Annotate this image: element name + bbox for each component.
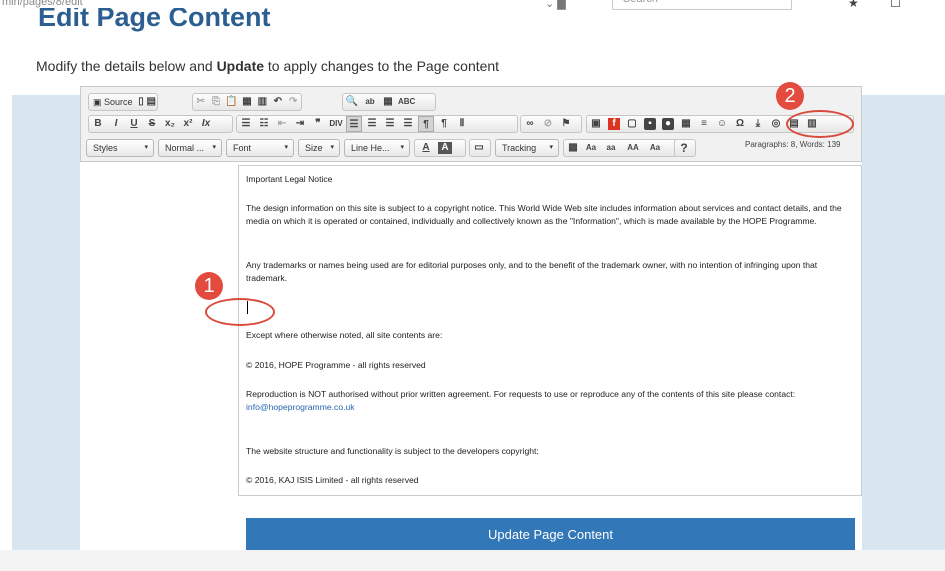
page-break-icon[interactable]: ⤓ xyxy=(750,116,766,132)
embed-icon[interactable]: ● xyxy=(662,118,674,130)
paragraph-group: ☰ ☷ ⇤ ⇥ ❞ DIV ☰ ☰ ☰ ☰ ¶ ¶ Ⅱ xyxy=(236,115,518,133)
annotation-ring-1 xyxy=(205,298,275,326)
format-combo[interactable]: Normal ... ▾ xyxy=(158,139,222,157)
url-text[interactable]: min/pages/8/edit xyxy=(2,0,83,8)
text-color-button[interactable]: A xyxy=(416,140,436,156)
copy-icon[interactable]: ⎘ xyxy=(209,94,222,110)
remove-format-button[interactable]: Ix xyxy=(198,116,214,132)
language-icon[interactable]: Ⅱ xyxy=(454,116,470,132)
spellcheck-icon[interactable]: ABC xyxy=(398,94,415,110)
outdent-icon[interactable]: ⇤ xyxy=(274,116,290,132)
paste-word-icon[interactable]: ▥ xyxy=(256,94,269,110)
image-icon[interactable]: ▣ xyxy=(588,116,604,132)
replace-icon[interactable]: ab xyxy=(362,94,378,110)
qr-code-icon[interactable]: ▩ xyxy=(565,140,581,156)
browser-nav-icons[interactable]: ⌄ ▆ xyxy=(545,0,566,10)
ltr-icon[interactable]: ¶ xyxy=(418,116,434,132)
line-height-combo[interactable]: Line He... ▾ xyxy=(344,139,410,157)
annotation-badge-2: 2 xyxy=(776,82,804,110)
redo-icon[interactable]: ↷ xyxy=(287,94,300,110)
blockquote-icon[interactable]: ❞ xyxy=(310,116,326,132)
paste-icon[interactable]: 📋 xyxy=(225,94,238,110)
paragraph: Important Legal Notice xyxy=(246,174,333,184)
paragraph: Except where otherwise noted, all site c… xyxy=(246,330,443,340)
select-all-icon[interactable]: ▦ xyxy=(380,94,396,110)
flash-icon[interactable]: f xyxy=(608,118,620,130)
links-group: ∞ ⊘ ⚑ xyxy=(520,115,582,133)
template-icon[interactable]: ▢ xyxy=(624,116,640,132)
strike-button[interactable]: S xyxy=(144,116,160,132)
numbered-list-icon[interactable]: ☰ xyxy=(238,116,254,132)
page-title: Edit Page Content xyxy=(38,8,271,32)
rtl-icon[interactable]: ¶ xyxy=(436,116,452,132)
media-icon[interactable]: ▪ xyxy=(644,118,656,130)
subscript-button[interactable]: x₂ xyxy=(162,116,178,132)
paragraph: © 2016, KAJ ISIS Limited - all rights re… xyxy=(246,475,419,485)
iframe-globe-icon[interactable]: ◎ xyxy=(768,116,784,132)
preview-icon[interactable]: ▤ xyxy=(147,94,156,110)
color-group: A A xyxy=(414,139,466,157)
font-combo[interactable]: Font ▾ xyxy=(226,139,294,157)
update-page-content-button[interactable]: Update Page Content xyxy=(246,518,855,550)
bullet-list-icon[interactable]: ☷ xyxy=(256,116,272,132)
clipboard-group: ✂ ⎘ 📋 ▦ ▥ ↶ ↷ xyxy=(192,93,302,111)
maximize-icon[interactable]: ▭ xyxy=(471,140,487,156)
maximize-group: ▭ xyxy=(469,139,491,157)
help-button[interactable]: ? xyxy=(676,140,692,156)
horizontal-rule-icon[interactable]: ≡ xyxy=(696,116,712,132)
align-right-icon[interactable]: ☰ xyxy=(382,116,398,132)
smiley-icon[interactable]: ☺ xyxy=(714,116,730,132)
unlink-icon[interactable]: ⊘ xyxy=(540,116,556,132)
source-group: ▣ Source ▯ ▤ xyxy=(88,93,158,111)
browser-search-input[interactable]: Search xyxy=(612,0,792,10)
underline-button[interactable]: U xyxy=(126,116,142,132)
source-button[interactable]: ▣ Source xyxy=(89,97,137,108)
align-left-icon[interactable]: ☰ xyxy=(346,116,362,132)
bold-button[interactable]: B xyxy=(90,116,106,132)
annotation-ring-2 xyxy=(786,110,854,138)
link-icon[interactable]: ∞ xyxy=(522,116,538,132)
styles-combo[interactable]: Styles ▾ xyxy=(86,139,154,157)
indent-icon[interactable]: ⇥ xyxy=(292,116,308,132)
size-combo[interactable]: Size ▾ xyxy=(298,139,340,157)
basic-styles-group: B I U S x₂ x² Ix xyxy=(88,115,233,133)
cut-icon[interactable]: ✂ xyxy=(194,94,207,110)
annotation-badge-1: 1 xyxy=(195,272,223,300)
uppercase-button[interactable]: AA xyxy=(623,140,643,156)
browser-toolbar-icons[interactable]: ★ ☐ ● ⋮ xyxy=(848,0,945,12)
anchor-icon[interactable]: ⚑ xyxy=(558,116,574,132)
find-group: 🔍 ab ▦ ABC xyxy=(342,93,436,111)
footer-bar xyxy=(0,550,945,571)
capitalize-button[interactable]: Aa xyxy=(645,140,665,156)
table-icon[interactable]: ▦ xyxy=(678,116,694,132)
paragraph: Reproduction is NOT authorised without p… xyxy=(246,389,796,413)
create-div-icon[interactable]: DIV xyxy=(328,116,344,132)
new-page-icon[interactable]: ▯ xyxy=(138,94,145,110)
special-char-icon[interactable]: Ω xyxy=(732,116,748,132)
paragraph: The design information on this site is s… xyxy=(246,203,842,227)
word-count-status: Paragraphs: 8, Words: 139 xyxy=(745,140,841,149)
italic-button[interactable]: I xyxy=(108,116,124,132)
paste-text-icon[interactable]: ▦ xyxy=(240,94,253,110)
contact-email-link[interactable]: info@hopeprogramme.co.uk xyxy=(246,402,355,412)
find-icon[interactable]: 🔍 xyxy=(344,94,360,110)
page-subtitle: Modify the details below and Update to a… xyxy=(36,58,500,74)
paragraph: © 2016, HOPE Programme - all rights rese… xyxy=(246,360,426,370)
bg-color-button[interactable]: A xyxy=(438,142,452,154)
paragraph: The website structure and functionality … xyxy=(246,446,539,456)
paragraph: Any trademarks or names being used are f… xyxy=(246,260,818,284)
lowercase-button[interactable]: aa xyxy=(601,140,621,156)
transform-case-icon[interactable]: Aa xyxy=(583,140,599,156)
align-center-icon[interactable]: ☰ xyxy=(364,116,380,132)
justify-icon[interactable]: ☰ xyxy=(400,116,416,132)
superscript-button[interactable]: x² xyxy=(180,116,196,132)
help-group: ? xyxy=(674,139,696,157)
tracking-combo[interactable]: Tracking ▾ xyxy=(495,139,559,157)
undo-icon[interactable]: ↶ xyxy=(271,94,284,110)
